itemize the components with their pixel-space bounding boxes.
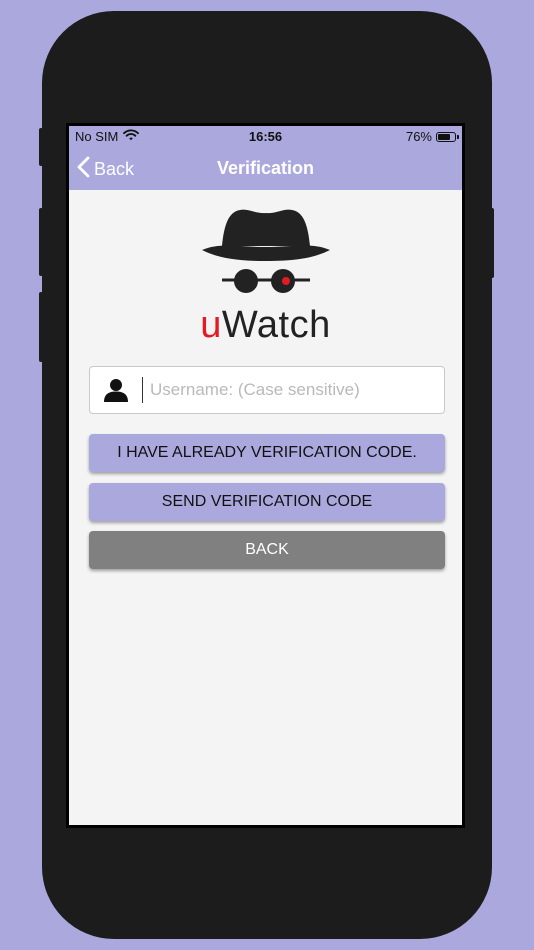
- username-field[interactable]: [89, 366, 445, 414]
- app-view: No SIM 16:56 76% Back Verification uWatc…: [69, 126, 462, 825]
- username-input[interactable]: [143, 366, 444, 414]
- mute-switch: [39, 128, 43, 166]
- battery-percent: 76%: [405, 129, 432, 144]
- nav-title: Verification: [216, 158, 315, 178]
- battery-cap: [457, 134, 459, 139]
- have-code-button[interactable]: I HAVE ALREADY VERIFICATION CODE.: [89, 434, 445, 472]
- power-button: [490, 208, 494, 278]
- spy-hat-glasses-icon: [201, 209, 330, 293]
- user-icon: [90, 377, 142, 403]
- volume-down-button: [39, 292, 43, 362]
- brand-name: uWatch: [69, 304, 462, 347]
- battery-fill: [438, 133, 450, 140]
- send-code-button[interactable]: SEND VERIFICATION CODE: [89, 483, 445, 521]
- status-time: 16:56: [248, 129, 283, 144]
- battery-icon: [436, 131, 459, 142]
- navigation-bar: Back Verification: [69, 146, 462, 190]
- status-bar: No SIM 16:56 76%: [69, 126, 462, 146]
- volume-up-button: [39, 208, 43, 276]
- status-right: 76%: [405, 129, 459, 144]
- brand-rest: Watch: [221, 304, 331, 346]
- screen: No SIM 16:56 76% Back Verification uWatc…: [66, 123, 465, 828]
- brand-accent: u: [200, 304, 222, 346]
- back-button[interactable]: BACK: [89, 531, 445, 569]
